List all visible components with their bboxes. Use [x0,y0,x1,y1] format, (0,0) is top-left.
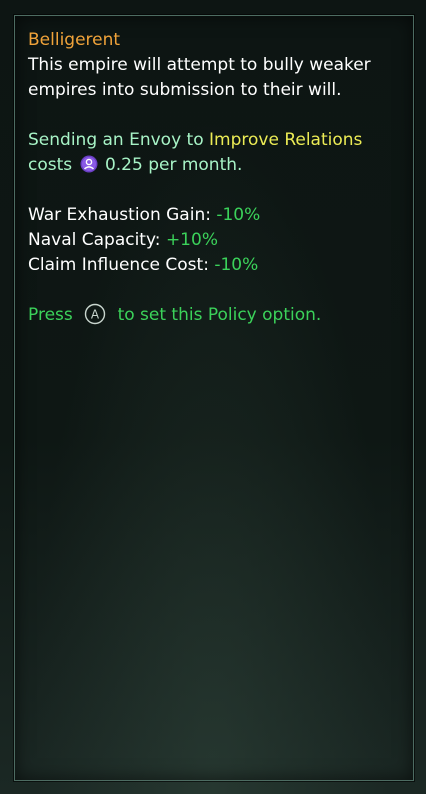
envoy-prefix: Sending an Envoy to [28,130,210,150]
tooltip-content: Belligerent This empire will attempt to … [28,28,408,328]
modifier-row: Naval Capacity: +10% [28,228,408,253]
envoy-action: Improve Relations [209,130,363,150]
set-policy-prompt: Press A to set this Policy option. [28,303,408,328]
influence-icon [80,155,98,173]
modifier-label: War Exhaustion Gain: [28,205,217,225]
modifier-value: -10% [214,255,259,275]
a-button-icon[interactable]: A [84,303,106,325]
prompt-press: Press [28,305,73,325]
modifier-value: -10% [216,205,261,225]
envoy-cost-line: Sending an Envoy to Improve Relations co… [28,128,408,178]
envoy-cost-value: 0.25 per month. [99,155,243,175]
modifier-value: +10% [165,230,218,250]
policy-description: This empire will attempt to bully weaker… [28,55,371,100]
envoy-costs-word: costs [28,155,73,175]
prompt-rest: to set this Policy option. [117,305,322,325]
policy-title: Belligerent [28,30,121,50]
modifier-label: Claim Influence Cost: [28,255,215,275]
a-button-letter: A [91,308,100,322]
policy-tooltip: Belligerent This empire will attempt to … [0,0,426,794]
modifier-label: Naval Capacity: [28,230,166,250]
modifier-row: War Exhaustion Gain: -10% [28,203,408,228]
modifier-row: Claim Influence Cost: -10% [28,253,408,278]
